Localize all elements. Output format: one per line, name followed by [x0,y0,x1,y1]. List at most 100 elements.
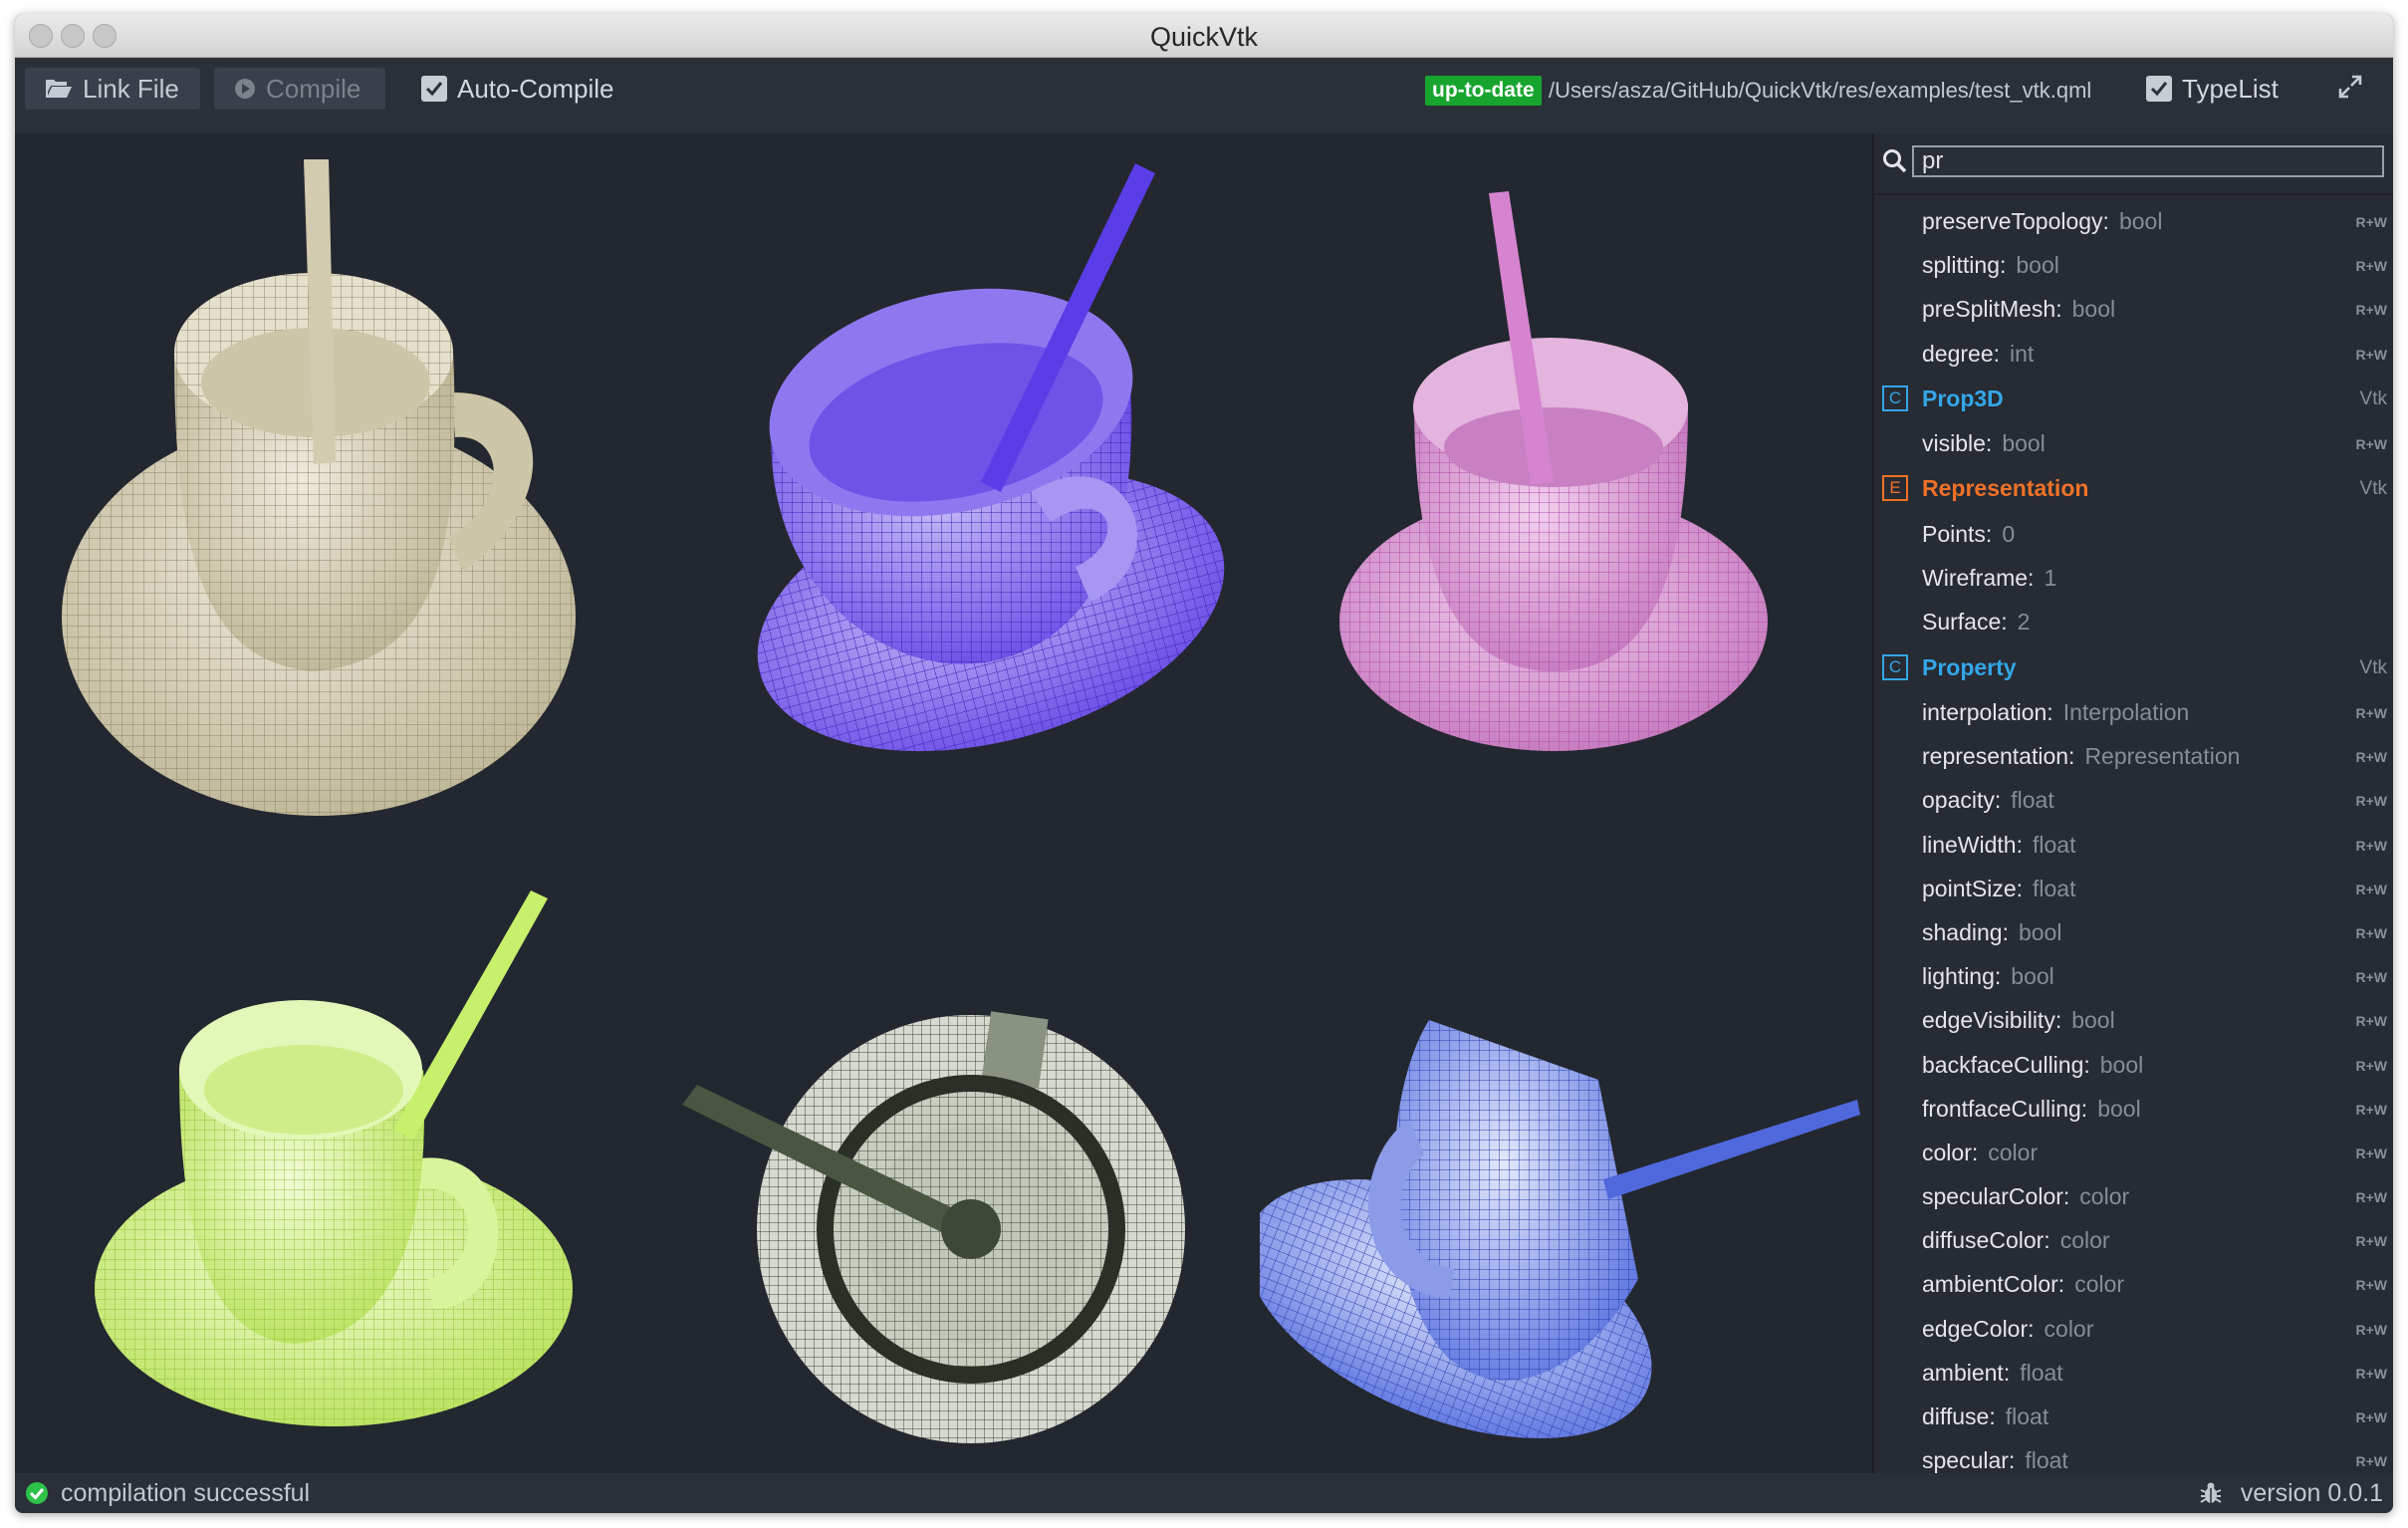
folder-open-icon [46,80,72,98]
access-label: R+W [2355,1277,2388,1294]
access-label: R+W [2355,837,2388,854]
expand-icon[interactable] [2338,75,2362,99]
typelist-item[interactable]: shading: bool R+W [1874,910,2393,954]
access-label: R+W [2355,1189,2388,1206]
compile-button[interactable]: Compile [214,68,385,110]
teacup-render[interactable] [85,891,602,1458]
property-type: bool [2011,963,2054,990]
typelist-item[interactable]: color: color R+W [1874,1131,2393,1174]
property-name: splitting: bool [1922,252,2059,279]
typelist-item[interactable]: preSplitMesh: bool R+W [1874,287,2393,331]
property-name: ambientColor: color [1922,1271,2125,1298]
auto-compile-checkbox[interactable] [421,76,447,102]
typelist-checkbox[interactable] [2146,76,2172,102]
property-type: color [2079,1183,2130,1210]
property-name: ambient: float [1922,1359,2063,1386]
property-type: bool [2118,208,2163,234]
typelist-item[interactable]: lineWidth: float R+W [1874,823,2393,867]
property-type: 0 [2002,520,2016,547]
property-name: specular: float [1922,1447,2068,1473]
typelist-item[interactable]: representation: Representation R+W [1874,734,2393,778]
typelist-item[interactable]: frontfaceCulling: bool R+W [1874,1087,2393,1131]
link-file-label: Link File [83,74,179,104]
access-label: R+W [2355,346,2388,363]
group-name: Property [1922,653,2017,680]
compile-status-message: compilation successful [61,1479,311,1507]
module-label: Vtk [2359,478,2387,500]
access-label: R+W [2355,749,2388,766]
teacup-render[interactable] [1260,1000,1867,1468]
vtk-viewport[interactable] [15,133,1870,1473]
property-name: specularColor: color [1922,1183,2130,1210]
teacup-render[interactable] [732,163,1250,811]
typelist-item[interactable]: preserveTopology: bool R+W [1874,199,2393,243]
typelist-item[interactable]: specular: float R+W [1874,1438,2393,1473]
access-label: R+W [2355,1233,2388,1250]
typelist-item[interactable]: degree: int R+W [1874,332,2393,376]
typelist-item[interactable]: specularColor: color R+W [1874,1174,2393,1218]
type-list: preserveTopology: bool R+W splitting: bool R+… [1874,199,2393,1473]
property-type: color [2074,1271,2125,1298]
divider [1874,193,2393,195]
typelist-item[interactable]: visible: bool R+W [1874,421,2393,465]
class-badge-icon: C [1882,653,1908,680]
typelist-item[interactable]: opacity: float R+W [1874,778,2393,822]
typelist-item[interactable]: Points: 0 [1874,512,2393,556]
property-name: interpolation: Interpolation [1922,699,2190,725]
property-name: Points: 0 [1922,520,2016,547]
link-file-button[interactable]: Link File [25,68,200,110]
typelist-item[interactable]: ambient: float R+W [1874,1351,2393,1395]
property-type: float [2020,1359,2063,1386]
typelist-group-representation[interactable]: E Representation Vtk [1874,465,2393,512]
teacup-render[interactable] [652,891,1210,1488]
access-label: R+W [2355,302,2388,319]
property-name: degree: int [1922,340,2035,367]
teacup-render[interactable] [45,143,583,841]
bug-icon[interactable] [2199,1481,2223,1505]
title-bar: QuickVtk [15,14,2393,58]
module-label: Vtk [2359,656,2387,678]
property-name: edgeVisibility: bool [1922,1007,2115,1034]
property-type: color [2059,1227,2110,1254]
app-window: QuickVtk Link File Compile Auto-Compile … [15,14,2393,1513]
typelist-item[interactable]: Surface: 2 [1874,600,2393,643]
property-type: float [2025,1447,2068,1473]
property-type: bool [2071,296,2116,323]
typelist-item[interactable]: diffuse: float R+W [1874,1395,2393,1438]
typelist-search-input[interactable] [1912,145,2384,177]
toolbar: Link File Compile Auto-Compile up-to-dat… [15,58,2393,133]
access-label: R+W [2355,214,2388,230]
property-type: color [2044,1315,2094,1342]
typelist-item[interactable]: lighting: bool R+W [1874,954,2393,998]
typelist-group-prop3d[interactable]: C Prop3D Vtk [1874,376,2393,422]
typelist-item[interactable]: splitting: bool R+W [1874,243,2393,287]
typelist-item[interactable]: edgeColor: color R+W [1874,1307,2393,1351]
property-name: lineWidth: float [1922,831,2076,858]
typelist-item[interactable]: backfaceCulling: bool R+W [1874,1043,2393,1087]
check-circle-icon [26,1482,48,1504]
class-badge-icon: C [1882,384,1908,411]
status-bar: compilation successful version 0.0.1 [15,1473,2393,1513]
property-name: opacity: float [1922,787,2054,814]
property-name: lighting: bool [1922,963,2054,990]
typelist-item[interactable]: interpolation: Interpolation R+W [1874,690,2393,734]
property-type: 2 [2017,609,2031,636]
property-name: diffuse: float [1922,1403,2049,1429]
typelist-item[interactable]: Wireframe: 1 [1874,556,2393,600]
access-label: R+W [2355,1145,2388,1161]
checkmark-icon [2150,82,2168,97]
access-label: R+W [2355,1057,2388,1074]
teacup-render[interactable] [1320,183,1778,811]
typelist-item[interactable]: ambientColor: color R+W [1874,1262,2393,1306]
property-type: bool [2097,1095,2141,1122]
property-name: color: color [1922,1139,2039,1165]
typelist-item[interactable]: edgeVisibility: bool R+W [1874,998,2393,1042]
enum-badge-icon: E [1882,475,1908,502]
typelist-panel: preserveTopology:bool R+W splitting:bool R+… [1872,133,2393,1473]
property-name: frontfaceCulling: bool [1922,1095,2141,1122]
typelist-item[interactable]: pointSize: float R+W [1874,867,2393,910]
typelist-item[interactable]: diffuseColor: color R+W [1874,1218,2393,1262]
property-type: float [2005,1403,2049,1429]
typelist-group-property[interactable]: C Property Vtk [1874,644,2393,691]
property-type: float [2032,831,2076,858]
